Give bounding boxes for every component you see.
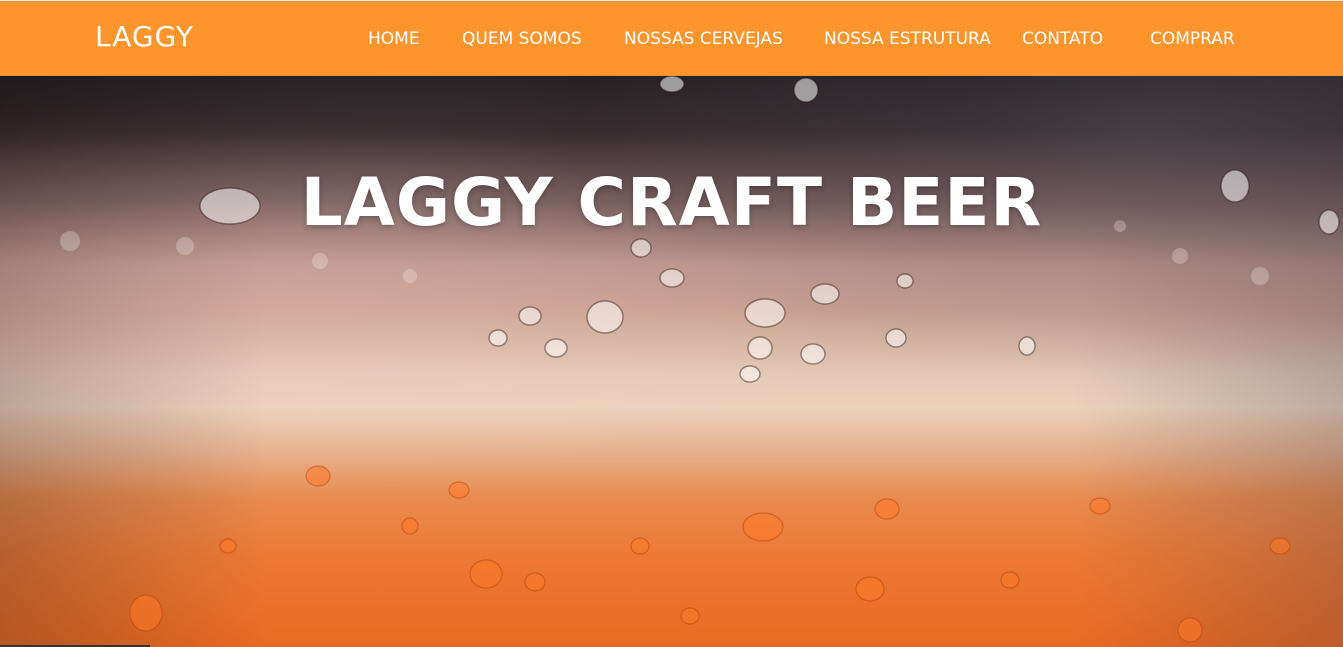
nav-nossas-cervejas-link[interactable]: NOSSAS CERVEJAS <box>624 29 783 49</box>
nav-contato-link[interactable]: CONTATO <box>1022 29 1103 49</box>
hero-title: LAGGY CRAFT BEER <box>300 164 1043 241</box>
hero-banner: LAGGY CRAFT BEER <box>0 76 1343 647</box>
top-navbar: LAGGY HOME QUEM SOMOS NOSSAS CERVEJAS NO… <box>0 0 1343 76</box>
nav-quem-somos-link[interactable]: QUEM SOMOS <box>462 29 582 49</box>
nav-comprar-link[interactable]: COMPRAR <box>1150 29 1235 49</box>
nav-home-link[interactable]: HOME <box>368 29 420 49</box>
nav-nossa-estrutura-link[interactable]: NOSSA ESTRUTURA <box>824 29 991 49</box>
condensation-droplets-image <box>60 76 1340 643</box>
main-nav: HOME QUEM SOMOS NOSSAS CERVEJAS NOSSA ES… <box>0 29 1343 51</box>
